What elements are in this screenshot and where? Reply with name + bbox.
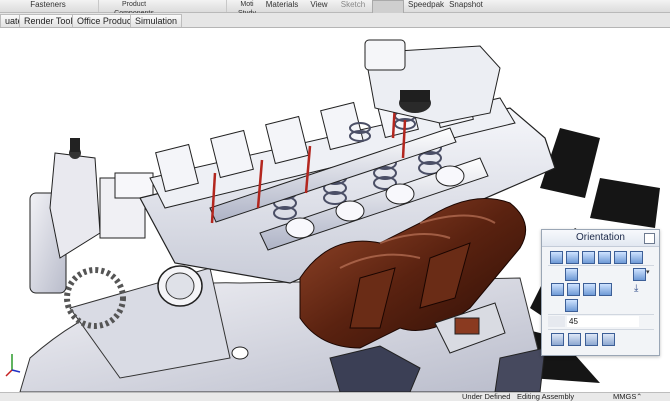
view-back-icon[interactable] [566, 251, 579, 264]
view-dimetric-icon[interactable] [567, 283, 580, 296]
orientation-title: Orientation [576, 232, 625, 243]
four-view-icon[interactable] [602, 333, 615, 346]
tab-simulation[interactable]: Simulation [130, 14, 183, 27]
view-front-icon[interactable] [550, 251, 563, 264]
view-right-icon[interactable] [598, 251, 611, 264]
view-trimetric-icon[interactable] [551, 283, 564, 296]
view-left-icon[interactable] [582, 251, 595, 264]
speedpak-caption[interactable]: Speedpak [404, 0, 448, 9]
view-cube-alt-icon[interactable] [599, 283, 612, 296]
reference-triad [5, 354, 21, 377]
heads-up-view-toolbar: ⊕ ⌕ ↶ ◧ ✎ ◈ ◆ ◉ ● ◍ ▣ [254, 28, 417, 30]
command-manager-ribbon: Fasteners Product Components Moti Study … [0, 0, 670, 17]
ribbon-divider [98, 0, 99, 12]
view-normal-to-icon[interactable] [583, 283, 596, 296]
orientation-view-row [551, 283, 612, 296]
angle-label-cell [548, 316, 565, 327]
display-style-icon[interactable]: ◆ [344, 28, 357, 29]
view-isometric-icon[interactable] [565, 268, 578, 281]
view-top-icon[interactable] [614, 251, 627, 264]
materials-caption[interactable]: Materials [264, 0, 300, 9]
pin-icon[interactable] [644, 233, 655, 244]
two-view-vertical-icon[interactable] [585, 333, 598, 346]
command-manager-tabs: uate Render Tools Office Products Simula… [0, 13, 670, 28]
angle-input[interactable]: 45 [567, 316, 639, 327]
view-caption[interactable]: View [308, 0, 330, 9]
orientation-title-bar[interactable]: Orientation [542, 230, 659, 247]
apply-scene-icon[interactable]: ◍ [389, 28, 402, 29]
divider [548, 329, 654, 330]
fasteners-caption[interactable]: Fasteners [28, 0, 68, 9]
single-view-icon[interactable] [551, 333, 564, 346]
previous-view-icon[interactable]: ↶ [284, 28, 297, 29]
ribbon-active-button[interactable] [372, 0, 404, 14]
snapshot-caption[interactable]: Snapshot [448, 0, 484, 9]
divider [548, 265, 654, 266]
zoom-to-area-icon[interactable]: ⌕ [269, 28, 282, 29]
divider [548, 314, 654, 315]
hide-show-items-icon[interactable]: ◉ [359, 28, 372, 29]
dynamic-annotation-icon[interactable]: ✎ [314, 28, 327, 29]
sketch-caption[interactable]: Sketch [338, 0, 368, 9]
zoom-to-fit-icon[interactable]: ⊕ [254, 28, 267, 29]
orientation-top-row [550, 251, 643, 264]
section-view-icon[interactable]: ◧ [299, 28, 312, 29]
ribbon-divider [226, 0, 227, 12]
new-view-icon[interactable] [565, 299, 578, 312]
view-cube-icon[interactable] [633, 268, 646, 281]
two-view-horizontal-icon[interactable] [568, 333, 581, 346]
update-standard-views-icon[interactable]: ⤓ [634, 283, 638, 294]
chevron-down-icon[interactable]: ▾ [646, 268, 650, 276]
edit-appearance-icon[interactable]: ● [374, 28, 387, 29]
orientation-dialog[interactable]: Orientation ▾ ⤓ 45 [541, 229, 660, 356]
view-bottom-icon[interactable] [630, 251, 643, 264]
orientation-layout-row [551, 333, 615, 346]
view-settings-icon[interactable]: ▣ [404, 28, 417, 29]
view-orientation-icon[interactable]: ◈ [329, 28, 342, 29]
